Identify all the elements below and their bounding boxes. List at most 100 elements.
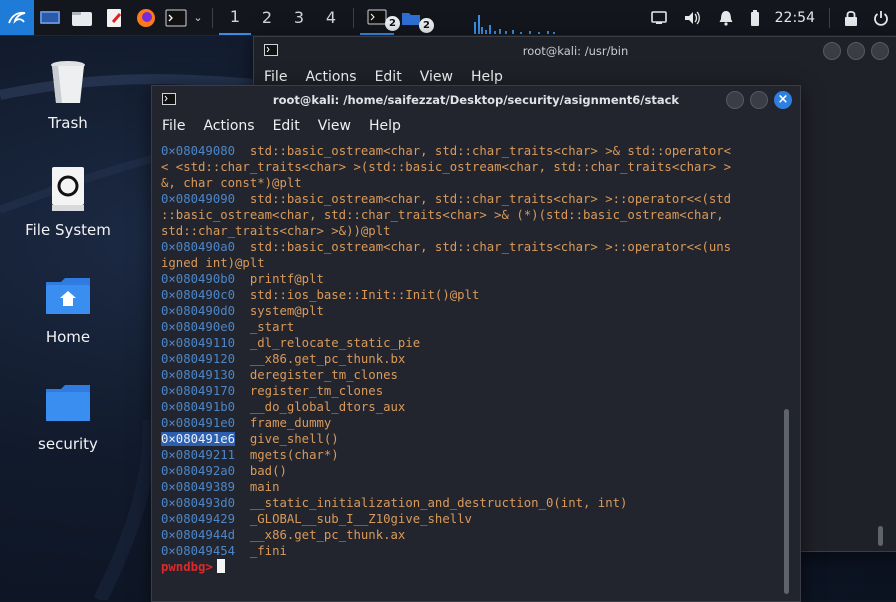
symbol-name: std::ios_base::Init::Init()@plt: [235, 288, 480, 302]
symbol-name: _GLOBAL__sub_I__Z10give_shellv: [235, 512, 472, 526]
prompt-line[interactable]: pwndbg>: [161, 559, 800, 575]
symbol-name: __static_initialization_and_destruction_…: [235, 496, 628, 510]
symbol-name: deregister_tm_clones: [235, 368, 398, 382]
close-button[interactable]: ×: [774, 91, 792, 109]
symbol-name: __do_global_dtors_aux: [235, 400, 406, 414]
workspace-1[interactable]: 1: [219, 0, 251, 35]
menu-view[interactable]: View: [420, 69, 453, 85]
cpu-usage-graph-icon: [474, 15, 555, 34]
kali-menu-button[interactable]: [0, 0, 34, 35]
symbol-name: give_shell(): [235, 432, 339, 446]
symbol-name: system@plt: [235, 304, 324, 318]
panel-clock[interactable]: 22:54: [775, 10, 815, 26]
menu-view[interactable]: View: [318, 118, 351, 134]
terminal-line: 0×080491e0 frame_dummy: [161, 415, 800, 431]
terminal-line: 0×08049429 _GLOBAL__sub_I__Z10give_shell…: [161, 511, 800, 527]
launcher-dropdown-button[interactable]: ⌄: [190, 0, 206, 35]
terminal-line: 0×080491e6 give_shell(): [161, 431, 800, 447]
file-manager-launcher[interactable]: [66, 0, 98, 35]
desktop-icon-trash[interactable]: Trash: [18, 58, 118, 132]
lock-icon: [845, 10, 857, 26]
chevron-down-icon: ⌄: [193, 11, 203, 24]
terminal-output[interactable]: 0×08049080 std::basic_ostream<char, std:…: [152, 143, 800, 601]
symbol-address: 0×0804944d: [161, 528, 236, 542]
minimize-button[interactable]: [823, 42, 841, 60]
minimize-button[interactable]: [726, 91, 744, 109]
symbol-address: 0×080492a0: [161, 464, 236, 478]
symbol-address: 0×08049080: [161, 144, 236, 158]
terminal-line: ::basic_ostream<char, std::char_traits<c…: [161, 207, 800, 223]
close-button[interactable]: [871, 42, 889, 60]
power-button[interactable]: [866, 0, 896, 35]
lock-screen-button[interactable]: [836, 0, 866, 35]
window-count-badge: 2: [419, 18, 434, 33]
symbol-address: 0×08049090: [161, 192, 236, 206]
text-editor-icon: [107, 8, 122, 27]
volume-button[interactable]: [675, 0, 709, 35]
speaker-icon: [684, 11, 700, 24]
symbol-address: 0×080490a0: [161, 240, 236, 254]
scrollbar-thumb[interactable]: [878, 526, 883, 546]
monitor-icon: [650, 10, 667, 24]
symbol-address: 0×080491e0: [161, 416, 236, 430]
bell-icon: [719, 10, 733, 26]
symbol-name: bad(): [235, 464, 287, 478]
terminal-icon: [162, 93, 176, 105]
terminal-line: 0×080493d0 __static_initialization_and_d…: [161, 495, 800, 511]
desktop-icon-file-system[interactable]: File System: [18, 165, 118, 239]
menu-actions[interactable]: Actions: [203, 118, 254, 134]
terminal-line: 0×08049170 register_tm_clones: [161, 383, 800, 399]
taskbar-terminal-group[interactable]: 2: [360, 0, 400, 35]
symbol-address: 0×08049130: [161, 368, 236, 382]
desktop-icon-security[interactable]: security: [18, 379, 118, 453]
window-titlebar[interactable]: root@kali: /usr/bin: [254, 37, 896, 65]
terminal-line: 0×08049389 main: [161, 479, 800, 495]
power-icon: [874, 10, 888, 26]
desktop-icon-label: security: [38, 435, 98, 453]
terminal-line: < <std::char_traits<char> >(std::basic_o…: [161, 159, 800, 175]
text-cursor: [216, 559, 225, 573]
display-settings-button[interactable]: [643, 0, 675, 35]
desktop-icon-home[interactable]: Home: [18, 272, 118, 346]
workspace-2[interactable]: 2: [251, 0, 283, 35]
symbol-name: &, char const*)@plt: [161, 176, 302, 190]
symbol-address: 0×08049211: [161, 448, 236, 462]
maximize-button[interactable]: [750, 91, 768, 109]
menu-edit[interactable]: Edit: [273, 118, 300, 134]
terminal-line: 0×080491b0 __do_global_dtors_aux: [161, 399, 800, 415]
menu-file[interactable]: File: [162, 118, 185, 134]
terminal-launcher[interactable]: [162, 0, 190, 35]
symbol-name: __x86.get_pc_thunk.bx: [235, 352, 406, 366]
firefox-launcher[interactable]: [130, 0, 162, 35]
terminal-icon: [165, 9, 187, 26]
taskbar-folder-group[interactable]: 2: [394, 0, 434, 35]
panel-separator: [212, 7, 213, 28]
menu-help[interactable]: Help: [471, 69, 503, 85]
terminal-line: 0×08049211 mgets(char*): [161, 447, 800, 463]
workspace-4[interactable]: 4: [315, 0, 347, 35]
show-desktop-button[interactable]: [34, 0, 66, 35]
text-editor-launcher[interactable]: [98, 0, 130, 35]
symbol-name: printf@plt: [235, 272, 324, 286]
desktop-icon: [40, 10, 60, 24]
window-titlebar[interactable]: root@kali: /home/saifezzat/Desktop/secur…: [152, 86, 800, 114]
notifications-button[interactable]: [709, 0, 743, 35]
symbol-name: _fini: [235, 544, 287, 558]
maximize-button[interactable]: [847, 42, 865, 60]
terminal-line: 0×080490e0 _start: [161, 319, 800, 335]
pwndbg-prompt: pwndbg>: [161, 560, 213, 574]
drive-icon: [18, 165, 118, 213]
terminal-line: 0×080490b0 printf@plt: [161, 271, 800, 287]
power-manager-button[interactable]: [743, 0, 767, 35]
scrollbar-thumb[interactable]: [784, 409, 789, 594]
desktop-icon-label: Home: [45, 328, 91, 346]
menu-file[interactable]: File: [264, 69, 287, 85]
workspace-3[interactable]: 3: [283, 0, 315, 35]
window-title: root@kali: /home/saifezzat/Desktop/secur…: [272, 93, 680, 107]
menu-edit[interactable]: Edit: [375, 69, 402, 85]
terminal-icon: [367, 9, 387, 24]
menu-help[interactable]: Help: [369, 118, 401, 134]
file-manager-icon: [72, 11, 92, 26]
terminal-window-front[interactable]: root@kali: /home/saifezzat/Desktop/secur…: [151, 85, 801, 602]
menu-actions[interactable]: Actions: [305, 69, 356, 85]
